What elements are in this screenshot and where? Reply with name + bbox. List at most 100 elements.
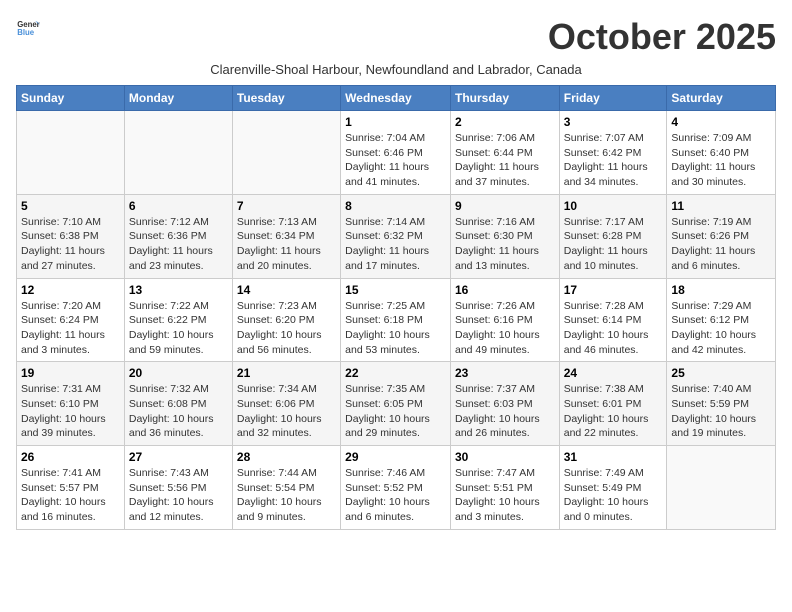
weekday-header: Saturday	[667, 86, 776, 111]
day-number: 26	[21, 450, 120, 464]
day-number: 6	[129, 199, 228, 213]
calendar-cell: 25 Sunrise: 7:40 AM Sunset: 5:59 PM Dayli…	[667, 362, 776, 446]
weekday-header: Friday	[559, 86, 667, 111]
day-number: 27	[129, 450, 228, 464]
day-info: Sunrise: 7:32 AM Sunset: 6:08 PM Dayligh…	[129, 382, 228, 441]
weekday-header: Tuesday	[232, 86, 340, 111]
day-info: Sunrise: 7:04 AM Sunset: 6:46 PM Dayligh…	[345, 131, 446, 190]
calendar-cell: 15 Sunrise: 7:25 AM Sunset: 6:18 PM Dayli…	[341, 278, 451, 362]
calendar-cell: 4 Sunrise: 7:09 AM Sunset: 6:40 PM Daylig…	[667, 111, 776, 195]
day-number: 16	[455, 283, 555, 297]
weekday-header: Sunday	[17, 86, 125, 111]
day-number: 12	[21, 283, 120, 297]
weekday-header: Thursday	[450, 86, 559, 111]
day-info: Sunrise: 7:44 AM Sunset: 5:54 PM Dayligh…	[237, 466, 336, 525]
calendar-cell: 1 Sunrise: 7:04 AM Sunset: 6:46 PM Daylig…	[341, 111, 451, 195]
calendar-cell: 22Sunrise: 7:35 AM Sunset: 6:05 PM Dayli…	[341, 362, 451, 446]
calendar-week-row: 19Sunrise: 7:31 AM Sunset: 6:10 PM Dayli…	[17, 362, 776, 446]
day-number: 10	[564, 199, 663, 213]
day-info: Sunrise: 7:12 AM Sunset: 6:36 PM Dayligh…	[129, 215, 228, 274]
day-number: 1	[345, 115, 446, 129]
day-number: 21	[237, 366, 336, 380]
day-info: Sunrise: 7:35 AM Sunset: 6:05 PM Dayligh…	[345, 382, 446, 441]
day-number: 30	[455, 450, 555, 464]
calendar-cell: 8 Sunrise: 7:14 AM Sunset: 6:32 PM Daylig…	[341, 194, 451, 278]
day-info: Sunrise: 7:34 AM Sunset: 6:06 PM Dayligh…	[237, 382, 336, 441]
day-info: Sunrise: 7:41 AM Sunset: 5:57 PM Dayligh…	[21, 466, 120, 525]
calendar-cell: 11 Sunrise: 7:19 AM Sunset: 6:26 PM Dayli…	[667, 194, 776, 278]
day-number: 29	[345, 450, 446, 464]
svg-text:General: General	[17, 20, 40, 29]
calendar-cell: 7Sunrise: 7:13 AM Sunset: 6:34 PM Daylig…	[232, 194, 340, 278]
calendar-cell: 9 Sunrise: 7:16 AM Sunset: 6:30 PM Daylig…	[450, 194, 559, 278]
calendar-cell: 28Sunrise: 7:44 AM Sunset: 5:54 PM Dayli…	[232, 446, 340, 530]
day-info: Sunrise: 7:38 AM Sunset: 6:01 PM Dayligh…	[564, 382, 663, 441]
day-info: Sunrise: 7:47 AM Sunset: 5:51 PM Dayligh…	[455, 466, 555, 525]
day-number: 25	[671, 366, 771, 380]
calendar-cell: 16 Sunrise: 7:26 AM Sunset: 6:16 PM Dayli…	[450, 278, 559, 362]
calendar-cell: 2 Sunrise: 7:06 AM Sunset: 6:44 PM Daylig…	[450, 111, 559, 195]
day-number: 3	[564, 115, 663, 129]
month-title: October 2025	[548, 16, 776, 58]
page-header: General Blue October 2025	[16, 16, 776, 58]
calendar-week-row: 1 Sunrise: 7:04 AM Sunset: 6:46 PM Daylig…	[17, 111, 776, 195]
logo: General Blue	[16, 16, 40, 40]
calendar-cell: 12 Sunrise: 7:20 AM Sunset: 6:24 PM Dayli…	[17, 278, 125, 362]
calendar-cell: 6 Sunrise: 7:12 AM Sunset: 6:36 PM Daylig…	[124, 194, 232, 278]
day-number: 7	[237, 199, 336, 213]
calendar-cell: 19Sunrise: 7:31 AM Sunset: 6:10 PM Dayli…	[17, 362, 125, 446]
day-info: Sunrise: 7:26 AM Sunset: 6:16 PM Dayligh…	[455, 299, 555, 358]
calendar-cell: 21 Sunrise: 7:34 AM Sunset: 6:06 PM Dayli…	[232, 362, 340, 446]
weekday-header: Monday	[124, 86, 232, 111]
day-info: Sunrise: 7:14 AM Sunset: 6:32 PM Dayligh…	[345, 215, 446, 274]
day-info: Sunrise: 7:06 AM Sunset: 6:44 PM Dayligh…	[455, 131, 555, 190]
day-number: 15	[345, 283, 446, 297]
day-info: Sunrise: 7:28 AM Sunset: 6:14 PM Dayligh…	[564, 299, 663, 358]
day-info: Sunrise: 7:49 AM Sunset: 5:49 PM Dayligh…	[564, 466, 663, 525]
calendar-cell: 14Sunrise: 7:23 AM Sunset: 6:20 PM Dayli…	[232, 278, 340, 362]
calendar-cell: 13Sunrise: 7:22 AM Sunset: 6:22 PM Dayli…	[124, 278, 232, 362]
day-info: Sunrise: 7:29 AM Sunset: 6:12 PM Dayligh…	[671, 299, 771, 358]
calendar-cell: 17Sunrise: 7:28 AM Sunset: 6:14 PM Dayli…	[559, 278, 667, 362]
day-info: Sunrise: 7:16 AM Sunset: 6:30 PM Dayligh…	[455, 215, 555, 274]
day-number: 5	[21, 199, 120, 213]
day-number: 20	[129, 366, 228, 380]
calendar-week-row: 26 Sunrise: 7:41 AM Sunset: 5:57 PM Dayli…	[17, 446, 776, 530]
day-info: Sunrise: 7:37 AM Sunset: 6:03 PM Dayligh…	[455, 382, 555, 441]
calendar-cell: 31Sunrise: 7:49 AM Sunset: 5:49 PM Dayli…	[559, 446, 667, 530]
day-number: 11	[671, 199, 771, 213]
day-info: Sunrise: 7:20 AM Sunset: 6:24 PM Dayligh…	[21, 299, 120, 358]
day-info: Sunrise: 7:17 AM Sunset: 6:28 PM Dayligh…	[564, 215, 663, 274]
day-number: 23	[455, 366, 555, 380]
day-info: Sunrise: 7:40 AM Sunset: 5:59 PM Dayligh…	[671, 382, 771, 441]
day-number: 8	[345, 199, 446, 213]
calendar-cell: 30 Sunrise: 7:47 AM Sunset: 5:51 PM Dayli…	[450, 446, 559, 530]
day-number: 4	[671, 115, 771, 129]
calendar-cell: 3 Sunrise: 7:07 AM Sunset: 6:42 PM Daylig…	[559, 111, 667, 195]
weekday-header: Wednesday	[341, 86, 451, 111]
calendar-cell: 26 Sunrise: 7:41 AM Sunset: 5:57 PM Dayli…	[17, 446, 125, 530]
calendar-cell: 18 Sunrise: 7:29 AM Sunset: 6:12 PM Dayli…	[667, 278, 776, 362]
subtitle: Clarenville-Shoal Harbour, Newfoundland …	[16, 62, 776, 77]
day-info: Sunrise: 7:25 AM Sunset: 6:18 PM Dayligh…	[345, 299, 446, 358]
calendar-week-row: 5 Sunrise: 7:10 AM Sunset: 6:38 PM Daylig…	[17, 194, 776, 278]
day-number: 9	[455, 199, 555, 213]
day-number: 18	[671, 283, 771, 297]
calendar-cell	[667, 446, 776, 530]
day-number: 2	[455, 115, 555, 129]
calendar-cell: 10 Sunrise: 7:17 AM Sunset: 6:28 PM Dayli…	[559, 194, 667, 278]
day-info: Sunrise: 7:19 AM Sunset: 6:26 PM Dayligh…	[671, 215, 771, 274]
calendar-cell: 29 Sunrise: 7:46 AM Sunset: 5:52 PM Dayli…	[341, 446, 451, 530]
day-info: Sunrise: 7:43 AM Sunset: 5:56 PM Dayligh…	[129, 466, 228, 525]
day-number: 24	[564, 366, 663, 380]
day-info: Sunrise: 7:10 AM Sunset: 6:38 PM Dayligh…	[21, 215, 120, 274]
calendar-cell	[124, 111, 232, 195]
day-info: Sunrise: 7:31 AM Sunset: 6:10 PM Dayligh…	[21, 382, 120, 441]
day-info: Sunrise: 7:46 AM Sunset: 5:52 PM Dayligh…	[345, 466, 446, 525]
calendar-cell: 27 Sunrise: 7:43 AM Sunset: 5:56 PM Dayli…	[124, 446, 232, 530]
calendar-cell: 24 Sunrise: 7:38 AM Sunset: 6:01 PM Dayli…	[559, 362, 667, 446]
day-info: Sunrise: 7:07 AM Sunset: 6:42 PM Dayligh…	[564, 131, 663, 190]
day-info: Sunrise: 7:09 AM Sunset: 6:40 PM Dayligh…	[671, 131, 771, 190]
day-info: Sunrise: 7:23 AM Sunset: 6:20 PM Dayligh…	[237, 299, 336, 358]
calendar-cell	[232, 111, 340, 195]
